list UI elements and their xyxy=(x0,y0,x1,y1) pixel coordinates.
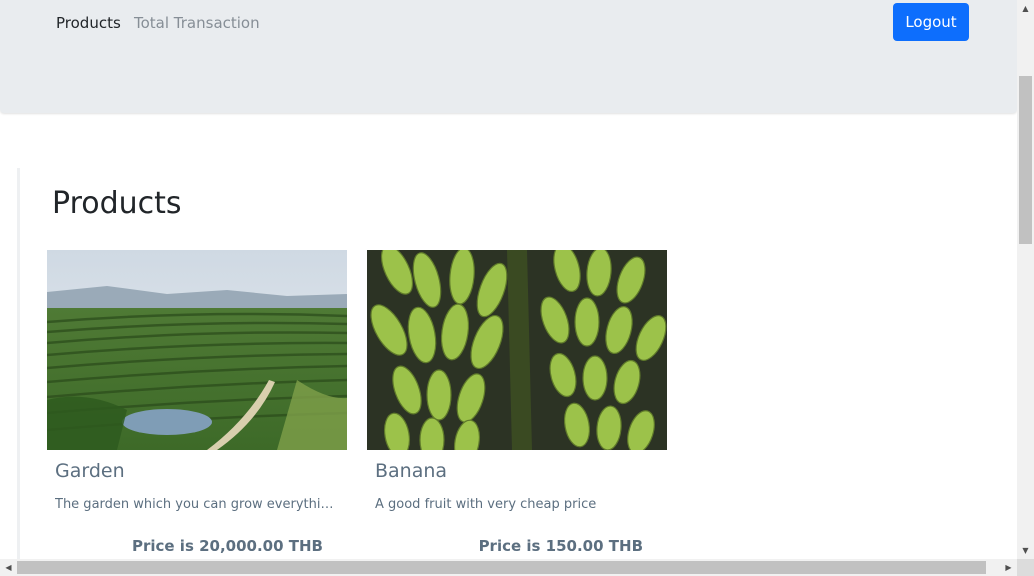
nav-link-total-transaction[interactable]: Total Transaction xyxy=(134,13,260,33)
horizontal-scroll-thumb[interactable] xyxy=(17,561,986,574)
product-card-banana[interactable]: Banana A good fruit with very cheap pric… xyxy=(367,250,667,562)
page-title: Products xyxy=(52,186,182,221)
product-name: Garden xyxy=(55,460,125,482)
scroll-up-icon[interactable]: ▲ xyxy=(1017,0,1034,17)
scroll-left-icon[interactable]: ◀ xyxy=(0,559,17,576)
nav-link-products[interactable]: Products xyxy=(56,13,121,33)
product-price: Price is 150.00 THB xyxy=(478,537,643,555)
horizontal-scrollbar[interactable]: ◀ ▶ xyxy=(0,559,1017,576)
content-divider xyxy=(17,168,20,568)
vertical-scrollbar[interactable]: ▲ ▼ xyxy=(1017,0,1034,559)
scroll-right-icon[interactable]: ▶ xyxy=(1000,559,1017,576)
scroll-down-icon[interactable]: ▼ xyxy=(1017,542,1034,559)
product-price: Price is 20,000.00 THB xyxy=(131,537,323,555)
product-card-garden[interactable]: Garden The garden which you can grow eve… xyxy=(47,250,347,562)
scrollbar-corner xyxy=(1017,559,1034,576)
product-name: Banana xyxy=(375,460,448,482)
logout-button[interactable]: Logout xyxy=(893,3,969,41)
garden-landscape-image xyxy=(47,250,347,450)
product-description: A good fruit with very cheap price xyxy=(375,497,597,512)
vertical-scroll-thumb[interactable] xyxy=(1019,76,1032,244)
banana-bunches-image xyxy=(367,250,667,450)
top-navbar: Products Total Transaction Logout xyxy=(0,0,1017,113)
product-description: The garden which you can grow everything… xyxy=(55,497,339,512)
